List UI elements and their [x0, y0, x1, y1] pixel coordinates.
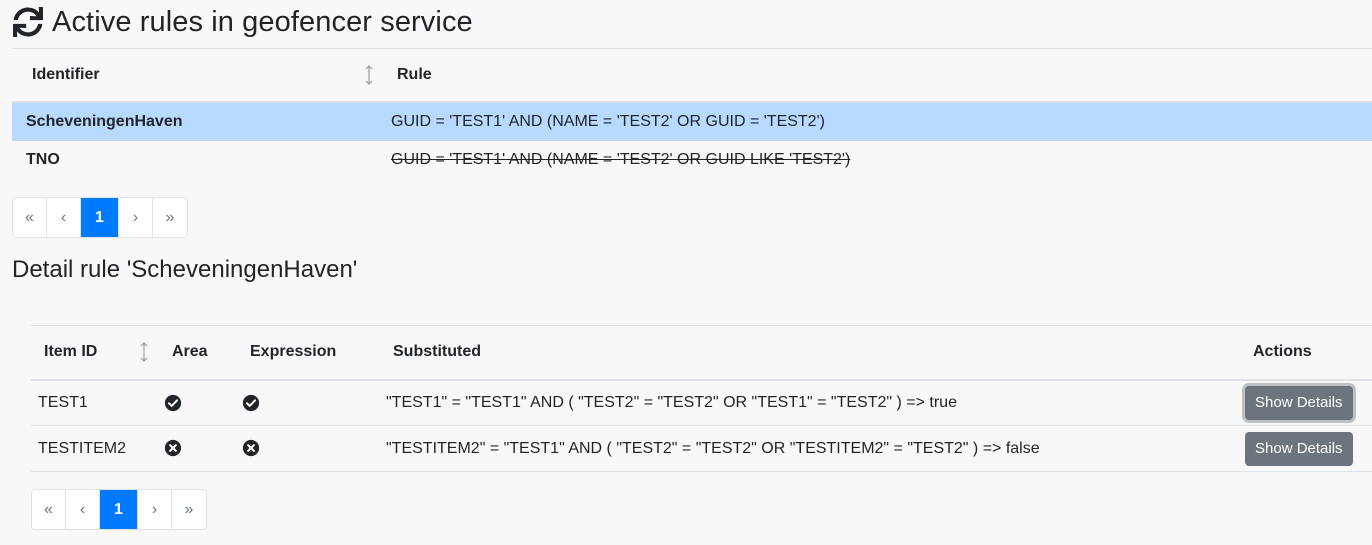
table-row: TESTITEM2 "TESTITEM2" = "TEST1" AND ( "T…	[31, 425, 1372, 472]
column-header-expression[interactable]: Expression	[237, 325, 380, 381]
item-id: TESTITEM2	[31, 425, 159, 472]
page-next-button[interactable]: ›	[119, 198, 153, 237]
sort-icon[interactable]	[364, 64, 374, 85]
column-header-rule[interactable]: Rule	[384, 48, 1372, 103]
table-row[interactable]: TNO GUID = 'TEST1' AND (NAME = 'TEST2' O…	[12, 141, 1372, 180]
page-last-button[interactable]: »	[172, 490, 206, 529]
page-first-button[interactable]: «	[32, 490, 66, 529]
item-id: TEST1	[31, 379, 159, 426]
page-current-button[interactable]: 1	[81, 198, 119, 237]
show-details-button[interactable]: Show Details	[1245, 431, 1353, 466]
substituted-expression: "TESTITEM2" = "TEST1" AND ( "TEST2" = "T…	[380, 425, 1241, 472]
rules-table-header: Identifier Rule	[12, 48, 1372, 103]
rules-pagination: « ‹ 1 › »	[12, 197, 188, 238]
sort-icon[interactable]	[139, 342, 149, 363]
table-row: TEST1 "TEST1" = "TEST1" AND ( "TEST2" = …	[31, 379, 1372, 426]
column-header-area[interactable]: Area	[159, 325, 237, 381]
column-header-actions: Actions	[1241, 325, 1372, 381]
times-circle-icon	[242, 440, 260, 457]
rules-table: Identifier Rule ScheveningenHaven GUID =…	[12, 48, 1372, 180]
page-first-button[interactable]: «	[13, 198, 47, 237]
page-prev-button[interactable]: ‹	[66, 490, 100, 529]
times-circle-icon	[164, 440, 182, 457]
check-circle-icon	[242, 394, 260, 411]
substituted-expression: "TEST1" = "TEST1" AND ( "TEST2" = "TEST2…	[380, 379, 1241, 426]
check-circle-icon	[164, 394, 182, 411]
page-next-button[interactable]: ›	[138, 490, 172, 529]
rule-expression: GUID = 'TEST1' AND (NAME = 'TEST2' OR GU…	[384, 101, 1372, 141]
column-header-identifier[interactable]: Identifier	[12, 48, 384, 103]
page-header: Active rules in geofencer service	[12, 4, 473, 40]
page-title: Active rules in geofencer service	[52, 5, 473, 38]
table-row[interactable]: ScheveningenHaven GUID = 'TEST1' AND (NA…	[12, 101, 1372, 141]
page-last-button[interactable]: »	[153, 198, 187, 237]
detail-table-header: Item ID Area Expression Substituted Acti…	[31, 325, 1372, 381]
refresh-icon[interactable]	[12, 6, 44, 38]
page-prev-button[interactable]: ‹	[47, 198, 81, 237]
detail-pagination: « ‹ 1 › »	[31, 489, 207, 530]
show-details-button[interactable]: Show Details	[1245, 385, 1353, 420]
rule-identifier: ScheveningenHaven	[12, 101, 384, 141]
rule-expression: GUID = 'TEST1' AND (NAME = 'TEST2' OR GU…	[391, 151, 851, 168]
page-current-button[interactable]: 1	[100, 490, 138, 529]
detail-table: Item ID Area Expression Substituted Acti…	[31, 325, 1372, 472]
column-header-substituted[interactable]: Substituted	[380, 325, 1241, 381]
column-header-item-id[interactable]: Item ID	[31, 325, 159, 381]
rule-identifier: TNO	[26, 151, 60, 168]
detail-title: Detail rule 'ScheveningenHaven'	[12, 256, 358, 283]
